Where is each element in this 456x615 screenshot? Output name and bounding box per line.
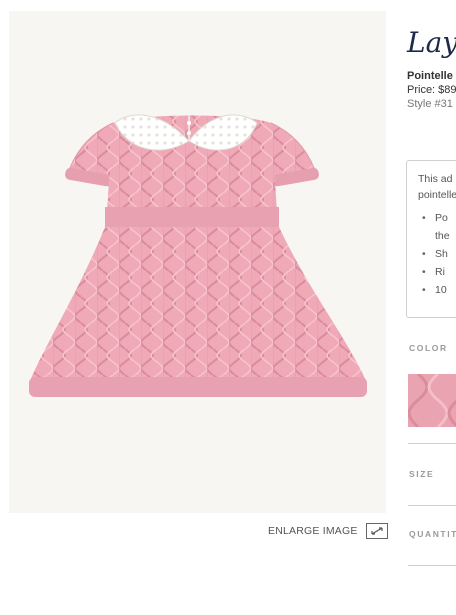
description-bullet: 10 [418,281,456,299]
expand-icon [365,523,388,539]
color-label: COLOR [409,343,448,353]
product-description: This ad pointelle Po the Sh Ri 10 [406,160,456,318]
divider [408,505,456,506]
description-bullet: Ri [418,263,456,281]
description-bullets: Po the Sh Ri 10 [418,209,456,299]
quantity-label: QUANTIT [409,529,456,539]
description-bullet: Po the [418,209,456,245]
description-bullet: Sh [418,245,456,263]
dress-illustration [29,114,367,397]
enlarge-image-label: ENLARGE IMAGE [268,525,358,537]
enlarge-image-button[interactable]: ENLARGE IMAGE [268,522,388,540]
divider [408,443,456,444]
size-label: SIZE [409,469,435,479]
product-price: Price: $89 [407,84,456,96]
product-info-panel: Layette Pointelle Price: $89 Style #31 T… [387,0,456,615]
product-style: Style #31 [407,98,453,110]
description-text: This ad pointelle [418,173,456,201]
brand-logo: Layette [407,26,456,59]
product-image[interactable] [9,11,386,513]
color-swatch-pink[interactable] [408,374,456,427]
knit-texture [408,374,456,427]
divider [408,565,456,566]
product-name: Pointelle [407,70,453,82]
